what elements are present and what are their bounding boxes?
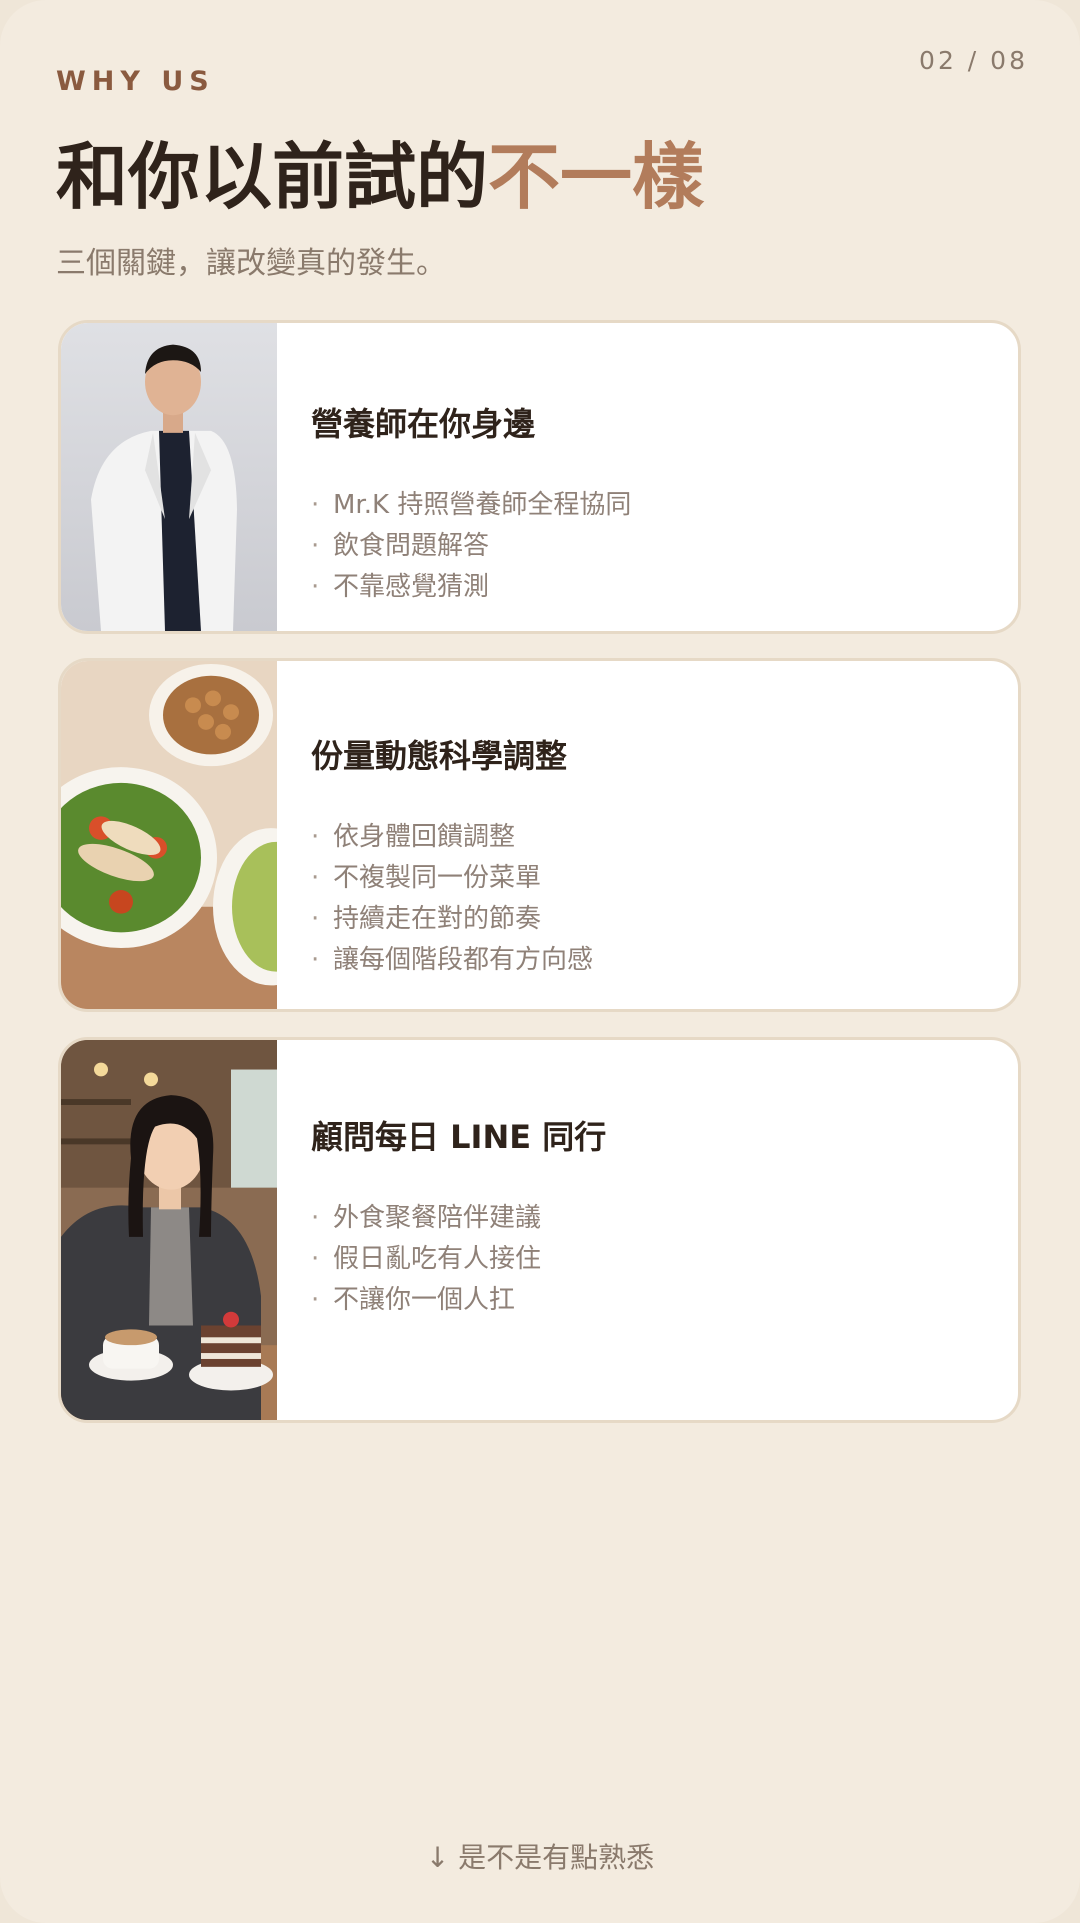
bullet-item: · 依身體回饋調整 [311,817,988,858]
card-title: 份量動態科學調整 [311,737,568,775]
bullet-marker: · [311,904,320,934]
card-title: 顧問每日 LINE 同行 [311,1118,607,1156]
page-indicator: 02 / 08 [919,46,1028,75]
page-subtitle: 三個關鍵，讓改變真的發生。 [56,246,446,281]
section-eyebrow: WHY US [56,66,215,97]
bullet-marker: · [311,531,320,561]
feature-card-portions: 份量動態科學調整 · 依身體回饋調整 · 不複製同一份菜單 · 持續走在對的節奏 · 讓… [58,658,1021,1012]
bullet-item: · 持續走在對的節奏 [311,899,988,940]
bullet-text: 不複製同一份菜單 [333,863,542,893]
bullet-marker: · [311,945,320,975]
nutritionist-portrait-image [61,323,277,631]
bullet-marker: · [311,1244,320,1274]
bullet-marker: · [311,572,320,602]
bullet-list: · 外食聚餐陪伴建議 · 假日亂吃有人接住 · 不讓你一個人扛 [311,1198,988,1321]
card-body: 份量動態科學調整 · 依身體回饋調整 · 不複製同一份菜單 · 持續走在對的節奏 · 讓… [311,731,988,981]
bullet-text: 依身體回饋調整 [333,822,516,852]
card-title: 營養師在你身邊 [311,405,536,443]
bullet-marker: · [311,1285,320,1315]
advisor-cafe-image [61,1040,277,1420]
bullet-item: · 假日亂吃有人接住 [311,1239,988,1280]
bullet-marker: · [311,822,320,852]
bullet-text: 外食聚餐陪伴建議 [333,1203,542,1233]
feature-card-nutritionist: 營養師在你身邊 · Mr.K 持照營養師全程協同 · 飲食問題解答 · 不靠感覺猜測 [58,320,1021,634]
bullet-marker: · [311,863,320,893]
card-body: 顧問每日 LINE 同行 · 外食聚餐陪伴建議 · 假日亂吃有人接住 · 不讓你一個人… [311,1112,988,1321]
bullet-list: · Mr.K 持照營養師全程協同 · 飲食問題解答 · 不靠感覺猜測 [311,485,988,608]
card-body: 營養師在你身邊 · Mr.K 持照營養師全程協同 · 飲食問題解答 · 不靠感覺猜測 [311,399,988,608]
bullet-item: · Mr.K 持照營養師全程協同 [311,485,988,526]
bullet-text: 讓每個階段都有方向感 [333,945,594,975]
bullet-text: 不讓你一個人扛 [333,1285,516,1315]
bullet-list: · 依身體回饋調整 · 不複製同一份菜單 · 持續走在對的節奏 · 讓每個階段都有方向感 [311,817,988,981]
feature-card-line-advisor: 顧問每日 LINE 同行 · 外食聚餐陪伴建議 · 假日亂吃有人接住 · 不讓你一個人… [58,1037,1021,1423]
scroll-hint[interactable]: ↓ 是不是有點熟悉 [0,1836,1080,1876]
bullet-item: · 讓每個階段都有方向感 [311,940,988,981]
title-main: 和你以前試的 [56,135,489,219]
bullet-item: · 不讓你一個人扛 [311,1280,988,1321]
bullet-text: 不靠感覺猜測 [333,572,490,602]
bullet-item: · 飲食問題解答 [311,526,988,567]
bullet-item: · 不複製同一份菜單 [311,858,988,899]
bullet-text: 持續走在對的節奏 [333,904,542,934]
page: WHY US 02 / 08 和你以前試的不一樣 三個關鍵，讓改變真的發生。 營… [0,0,1080,1923]
title-accent: 不一樣 [488,135,705,219]
bullet-marker: · [311,490,320,520]
bullet-marker: · [311,1203,320,1233]
healthy-food-image [61,661,277,1009]
bullet-text: 假日亂吃有人接住 [333,1244,542,1274]
bullet-item: · 外食聚餐陪伴建議 [311,1198,988,1239]
page-title: 和你以前試的不一樣 [56,118,704,223]
bullet-text: Mr.K 持照營養師全程協同 [333,490,632,520]
bullet-item: · 不靠感覺猜測 [311,567,988,608]
bullet-text: 飲食問題解答 [333,531,490,561]
